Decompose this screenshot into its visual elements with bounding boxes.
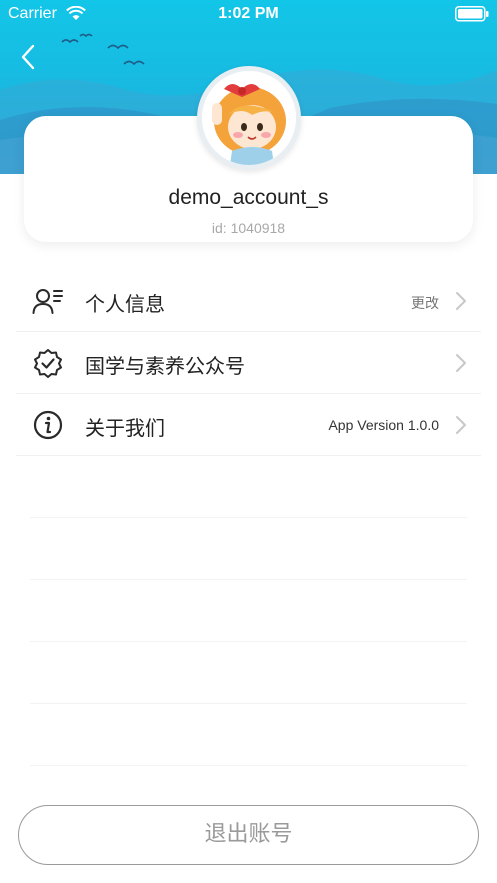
menu-label: 关于我们 bbox=[85, 416, 165, 440]
menu-label: 个人信息 bbox=[85, 292, 165, 316]
chevron-right-icon bbox=[456, 416, 466, 434]
back-button[interactable] bbox=[14, 40, 44, 74]
menu-value: 更改 bbox=[411, 295, 439, 311]
info-circle-icon bbox=[33, 410, 63, 440]
avatar[interactable] bbox=[197, 66, 301, 170]
user-id: id: 1040918 bbox=[211, 220, 286, 236]
menu-label: 国学与素养公众号 bbox=[85, 354, 245, 378]
empty-row bbox=[30, 642, 467, 704]
menu-item-about-us[interactable]: 关于我们 App Version 1.0.0 bbox=[16, 394, 481, 456]
clock-time: 1:02 PM bbox=[218, 5, 279, 22]
verified-badge-icon bbox=[34, 349, 62, 378]
settings-menu: 个人信息 更改 国学与素养公众号 关于我们 App Version 1.0.0 bbox=[0, 270, 497, 766]
cartoon-girl-avatar-icon bbox=[202, 71, 296, 165]
status-bar: Carrier 1:02 PM bbox=[0, 0, 497, 30]
birds-icon bbox=[61, 33, 145, 66]
battery-icon bbox=[455, 6, 489, 22]
menu-item-official-account[interactable]: 国学与素养公众号 bbox=[16, 332, 481, 394]
chevron-left-icon bbox=[21, 44, 35, 70]
logout-button[interactable]: 退出账号 bbox=[18, 805, 479, 865]
profile-screen: Carrier 1:02 PM demo_account_s id: 10409… bbox=[0, 0, 497, 883]
username: demo_account_s bbox=[168, 186, 329, 209]
empty-row bbox=[30, 580, 467, 642]
menu-item-personal-info[interactable]: 个人信息 更改 bbox=[16, 270, 481, 332]
empty-row bbox=[30, 456, 467, 518]
app-version-label: App Version 1.0.0 bbox=[328, 417, 439, 433]
empty-row bbox=[30, 518, 467, 580]
empty-row bbox=[30, 704, 467, 766]
chevron-right-icon bbox=[456, 354, 466, 372]
user-list-icon bbox=[32, 289, 63, 314]
chevron-right-icon bbox=[456, 292, 466, 310]
